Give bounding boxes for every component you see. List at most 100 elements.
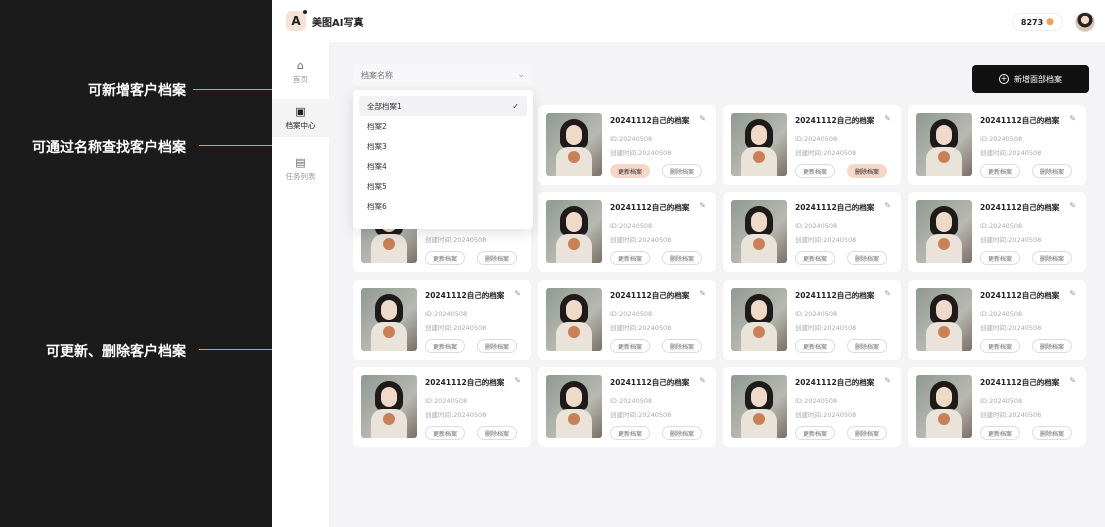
- app-logo[interactable]: A: [286, 10, 307, 31]
- update-profile-button[interactable]: 更新档案: [610, 426, 651, 440]
- delete-profile-button[interactable]: 删除档案: [1032, 251, 1073, 265]
- edit-icon[interactable]: ✎: [1069, 114, 1076, 123]
- delete-profile-button[interactable]: 删除档案: [477, 426, 518, 440]
- profile-search[interactable]: ⌄: [353, 64, 533, 86]
- delete-profile-button[interactable]: 删除档案: [847, 426, 888, 440]
- edit-icon[interactable]: ✎: [1069, 201, 1076, 210]
- annotation-search: 可通过名称查找客户档案: [32, 137, 186, 157]
- update-profile-button[interactable]: 更新档案: [795, 339, 836, 353]
- search-input[interactable]: [361, 70, 518, 80]
- delete-profile-button[interactable]: 删除档案: [662, 339, 703, 353]
- delete-profile-button[interactable]: 删除档案: [662, 164, 703, 178]
- check-icon: ✓: [512, 101, 519, 111]
- delete-profile-button[interactable]: 删除档案: [1032, 426, 1073, 440]
- edit-icon[interactable]: ✎: [884, 376, 891, 385]
- profile-created-time: 创建时间:20240508: [980, 236, 1042, 244]
- edit-icon[interactable]: ✎: [884, 114, 891, 123]
- update-profile-button[interactable]: 更新档案: [795, 251, 836, 265]
- update-profile-button[interactable]: 更新档案: [610, 164, 651, 178]
- profile-created-time: 创建时间:20240508: [610, 149, 672, 157]
- profile-card[interactable]: 20241112自己的档案 ✎ ID:20240508 创建时间:20240508 更新…: [908, 192, 1086, 272]
- update-profile-button[interactable]: 更新档案: [610, 339, 651, 353]
- profile-title: 20241112自己的档案: [795, 203, 875, 212]
- edit-icon[interactable]: ✎: [1069, 376, 1076, 385]
- profile-photo: [361, 375, 417, 438]
- edit-icon[interactable]: ✎: [699, 376, 706, 385]
- profile-photo: [546, 375, 602, 438]
- profile-id: ID:20240508: [425, 397, 468, 405]
- sidebar-item-home[interactable]: ⌂ 首页: [272, 53, 329, 91]
- profile-created-time: 创建时间:20240508: [795, 149, 857, 157]
- profile-photo: [546, 113, 602, 176]
- plus-circle-icon: +: [999, 74, 1009, 84]
- profile-title: 20241112自己的档案: [425, 378, 505, 387]
- sidebar-item-tasks[interactable]: ▤ 任务列表: [272, 150, 329, 188]
- delete-profile-button[interactable]: 删除档案: [847, 251, 888, 265]
- delete-profile-button[interactable]: 删除档案: [662, 251, 703, 265]
- avatar[interactable]: [1075, 12, 1095, 32]
- annotation-new: 可新增客户档案: [88, 80, 186, 100]
- profile-created-time: 创建时间:20240508: [425, 411, 487, 419]
- logo-text: A: [291, 14, 301, 28]
- update-profile-button[interactable]: 更新档案: [980, 339, 1021, 353]
- delete-profile-button[interactable]: 删除档案: [477, 251, 518, 265]
- profile-title: 20241112自己的档案: [795, 116, 875, 125]
- edit-icon[interactable]: ✎: [884, 201, 891, 210]
- dropdown-option[interactable]: 档案3: [359, 136, 527, 156]
- edit-icon[interactable]: ✎: [514, 376, 521, 385]
- update-profile-button[interactable]: 更新档案: [980, 251, 1021, 265]
- profile-photo: [916, 200, 972, 263]
- edit-icon[interactable]: ✎: [514, 289, 521, 298]
- update-profile-button[interactable]: 更新档案: [610, 251, 651, 265]
- delete-profile-button[interactable]: 删除档案: [847, 339, 888, 353]
- edit-icon[interactable]: ✎: [884, 289, 891, 298]
- profile-card[interactable]: 20241112自己的档案 ✎ ID:20240508 创建时间:20240508 更新…: [723, 280, 901, 360]
- profile-card[interactable]: 20241112自己的档案 ✎ ID:20240508 创建时间:20240508 更新…: [723, 192, 901, 272]
- profile-id: ID:20240508: [610, 397, 653, 405]
- sidebar-item-label: 档案中心: [285, 120, 316, 130]
- profile-photo: [731, 200, 787, 263]
- dropdown-option[interactable]: 档案5: [359, 176, 527, 196]
- profile-card[interactable]: 20241112自己的档案 ✎ ID:20240508 创建时间:20240508 更新…: [538, 280, 716, 360]
- update-profile-button[interactable]: 更新档案: [795, 164, 836, 178]
- profile-card[interactable]: 20241112自己的档案 ✎ ID:20240508 创建时间:20240508 更新…: [538, 105, 716, 185]
- dropdown-option[interactable]: 全部档案1 ✓: [359, 96, 527, 116]
- update-profile-button[interactable]: 更新档案: [795, 426, 836, 440]
- update-profile-button[interactable]: 更新档案: [425, 251, 466, 265]
- profile-id: ID:20240508: [795, 397, 838, 405]
- sidebar-item-profile-center[interactable]: ▣ 档案中心: [272, 99, 329, 137]
- dropdown-option[interactable]: 档案2: [359, 116, 527, 136]
- dropdown-option[interactable]: 档案6: [359, 196, 527, 216]
- profile-card[interactable]: 20241112自己的档案 ✎ ID:20240508 创建时间:20240508 更新…: [908, 105, 1086, 185]
- edit-icon[interactable]: ✎: [1069, 289, 1076, 298]
- profile-title: 20241112自己的档案: [610, 291, 690, 300]
- sidebar-item-label: 任务列表: [285, 171, 316, 181]
- profile-card[interactable]: 20241112自己的档案 ✎ ID:20240508 创建时间:20240508 更新…: [538, 192, 716, 272]
- profile-card[interactable]: 20241112自己的档案 ✎ ID:20240508 创建时间:20240508 更新…: [538, 367, 716, 447]
- delete-profile-button[interactable]: 删除档案: [847, 164, 888, 178]
- credits-badge[interactable]: 8273 ●: [1011, 13, 1063, 31]
- profile-card[interactable]: 20241112自己的档案 ✎ ID:20240508 创建时间:20240508 更新…: [908, 367, 1086, 447]
- profile-card[interactable]: 20241112自己的档案 ✎ ID:20240508 创建时间:20240508 更新…: [908, 280, 1086, 360]
- edit-icon[interactable]: ✎: [699, 114, 706, 123]
- update-profile-button[interactable]: 更新档案: [980, 164, 1021, 178]
- delete-profile-button[interactable]: 删除档案: [1032, 339, 1073, 353]
- edit-icon[interactable]: ✎: [699, 201, 706, 210]
- delete-profile-button[interactable]: 删除档案: [477, 339, 518, 353]
- dropdown-option[interactable]: 档案4: [359, 156, 527, 176]
- profile-created-time: 创建时间:20240508: [610, 236, 672, 244]
- profile-card[interactable]: 20241112自己的档案 ✎ ID:20240508 创建时间:20240508 更新…: [353, 280, 531, 360]
- edit-icon[interactable]: ✎: [699, 289, 706, 298]
- profile-card[interactable]: 20241112自己的档案 ✎ ID:20240508 创建时间:20240508 更新…: [723, 105, 901, 185]
- update-profile-button[interactable]: 更新档案: [425, 339, 466, 353]
- update-profile-button[interactable]: 更新档案: [425, 426, 466, 440]
- add-face-profile-button[interactable]: + 新增面部档案: [972, 65, 1089, 93]
- profile-card[interactable]: 20241112自己的档案 ✎ ID:20240508 创建时间:20240508 更新…: [353, 367, 531, 447]
- delete-profile-button[interactable]: 删除档案: [1032, 164, 1073, 178]
- profile-card[interactable]: 20241112自己的档案 ✎ ID:20240508 创建时间:20240508 更新…: [723, 367, 901, 447]
- update-profile-button[interactable]: 更新档案: [980, 426, 1021, 440]
- profile-title: 20241112自己的档案: [610, 203, 690, 212]
- sidebar: ⌂ 首页 ▣ 档案中心 ▤ 任务列表: [272, 42, 329, 527]
- delete-profile-button[interactable]: 删除档案: [662, 426, 703, 440]
- app-title: 美图AI写真: [312, 17, 364, 29]
